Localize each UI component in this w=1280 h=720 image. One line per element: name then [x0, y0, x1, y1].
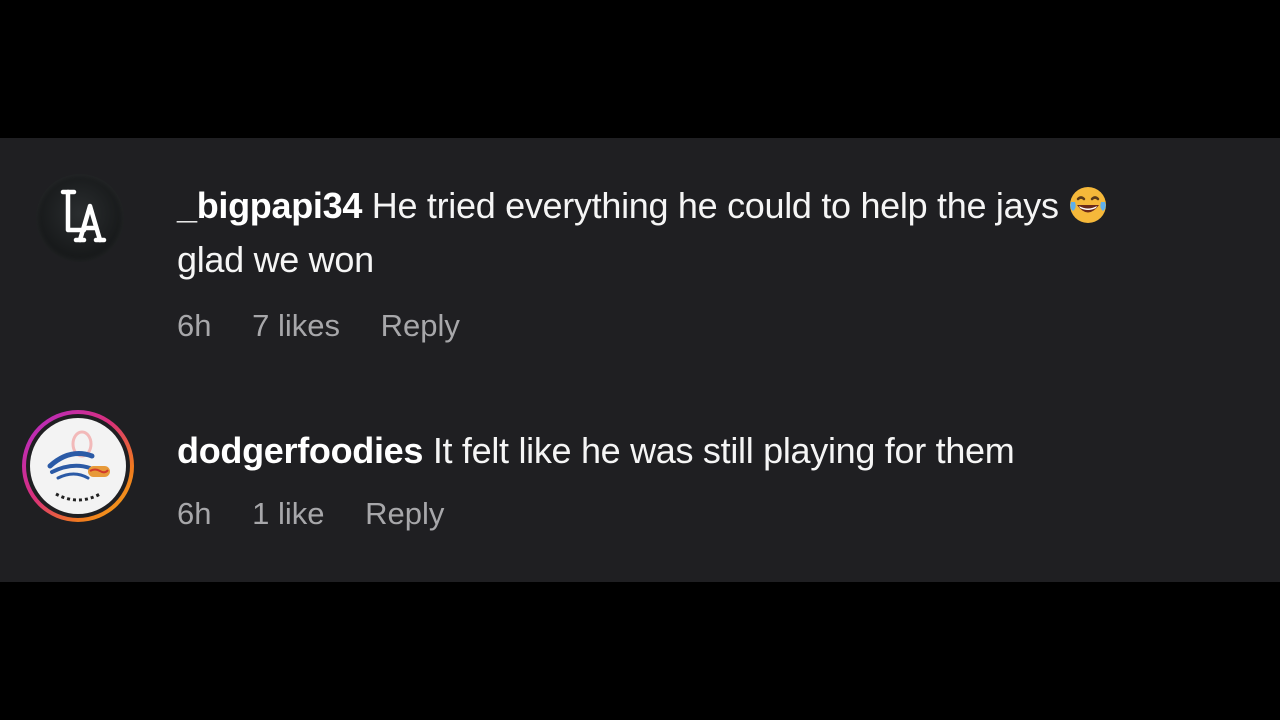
avatar-story-ring[interactable]: [22, 410, 134, 522]
comment-body-continued: glad we won: [177, 239, 374, 280]
comment-body: He tried everything he could to help the…: [371, 185, 1059, 226]
comments-panel: _bigpapi34 He tried everything he could …: [0, 138, 1280, 582]
like-count[interactable]: 7 likes: [252, 308, 340, 343]
face-with-tears-of-joy-icon: [1069, 187, 1106, 223]
la-logo-icon: [60, 189, 107, 243]
avatar-ring-gap: [26, 414, 130, 518]
dodgers-foodies-logo-icon: [47, 430, 110, 502]
comment-meta: 6h 7 likes Reply: [177, 306, 492, 346]
avatar[interactable]: [36, 174, 124, 262]
comment-body: It felt like he was still playing for th…: [432, 430, 1015, 471]
comment-text: dodgerfoodies It felt like he was still …: [177, 424, 1257, 478]
comment-meta: 6h 1 like Reply: [177, 494, 476, 534]
username[interactable]: dodgerfoodies: [177, 430, 423, 471]
reply-button[interactable]: Reply: [365, 496, 444, 531]
timestamp: 6h: [177, 308, 212, 343]
comment-text: _bigpapi34 He tried everything he could …: [177, 179, 1257, 287]
like-count[interactable]: 1 like: [252, 496, 324, 531]
timestamp: 6h: [177, 496, 212, 531]
reply-button[interactable]: Reply: [381, 308, 460, 343]
avatar: [30, 418, 126, 514]
username[interactable]: _bigpapi34: [177, 185, 362, 226]
